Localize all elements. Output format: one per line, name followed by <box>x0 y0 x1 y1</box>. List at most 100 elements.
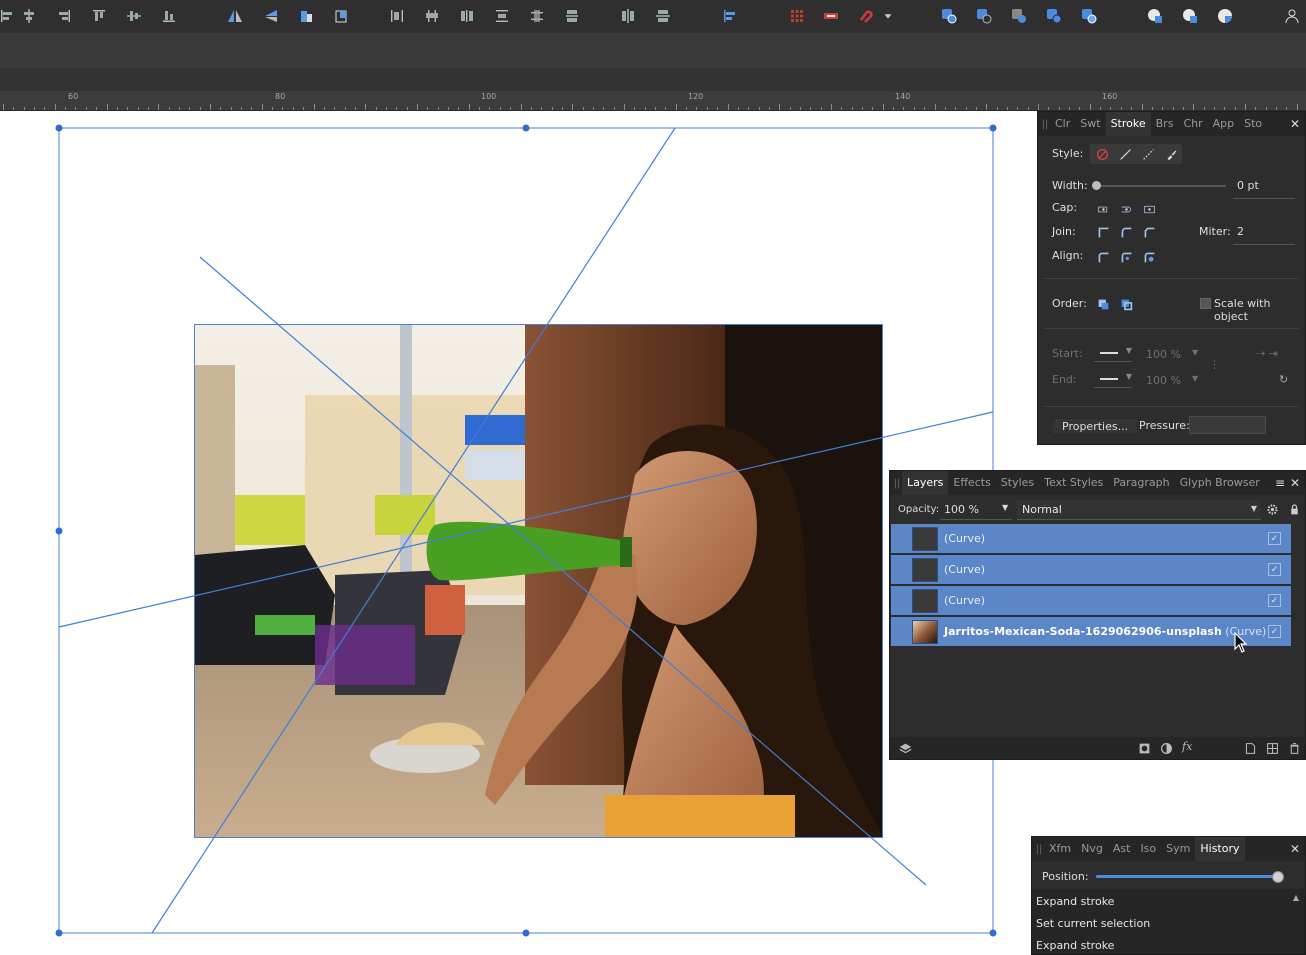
tab-effects[interactable]: Effects <box>948 471 995 495</box>
align-middle-icon[interactable] <box>123 5 145 27</box>
add-boolean-icon[interactable] <box>938 5 960 27</box>
trash-icon[interactable] <box>1286 740 1302 756</box>
tab-stroke[interactable]: Stroke <box>1105 112 1151 136</box>
rotate-right-icon[interactable] <box>330 5 352 27</box>
end-scale[interactable]: 100 % <box>1146 374 1181 387</box>
tab-brs[interactable]: Brs <box>1151 112 1179 136</box>
properties-button[interactable]: Properties... <box>1052 418 1139 435</box>
tab-layers[interactable]: Layers <box>902 471 949 495</box>
close-icon[interactable]: ✕ <box>1290 117 1300 131</box>
round-cap-icon[interactable] <box>1118 201 1134 217</box>
refresh-icon[interactable]: ↻ <box>1279 373 1288 386</box>
layer-row[interactable]: (Curve) ✓ <box>891 586 1291 616</box>
distribute-v3-icon[interactable] <box>561 5 583 27</box>
align-bottom-icon[interactable] <box>158 5 180 27</box>
layer-row[interactable]: (Curve) ✓ <box>891 555 1291 585</box>
align-left-icon[interactable] <box>0 5 18 27</box>
align-dropdown-icon[interactable] <box>719 5 741 27</box>
start-scale-arrow[interactable]: ▼ <box>1192 348 1198 357</box>
geometry-add-icon[interactable] <box>1144 5 1166 27</box>
geometry-intersect-icon[interactable] <box>1214 5 1236 27</box>
swap-arrows-icon[interactable]: ⇢ ⇥ <box>1256 347 1278 360</box>
snap-options-icon[interactable] <box>881 5 895 27</box>
align-center-stroke-icon[interactable] <box>1095 249 1111 265</box>
layer-visibility-checkbox[interactable]: ✓ <box>1268 625 1281 638</box>
distribute-h1-icon[interactable] <box>386 5 408 27</box>
history-item[interactable]: Expand stroke <box>1036 895 1114 908</box>
flip-vertical-icon[interactable] <box>260 5 282 27</box>
tab-text-styles[interactable]: Text Styles <box>1039 471 1108 495</box>
panel-grip-icon[interactable]: || <box>1040 119 1050 130</box>
space-v-icon[interactable] <box>652 5 674 27</box>
align-outside-stroke-icon[interactable] <box>1141 249 1157 265</box>
distribute-v1-icon[interactable] <box>491 5 513 27</box>
snap-red-icon[interactable] <box>820 5 842 27</box>
stroke-behind-icon[interactable] <box>1095 296 1111 312</box>
tab-paragraph[interactable]: Paragraph <box>1108 471 1174 495</box>
panel-grip-icon[interactable]: || <box>892 478 902 489</box>
mask-icon[interactable] <box>1136 740 1152 756</box>
layer-visibility-checkbox[interactable]: ✓ <box>1268 563 1281 576</box>
butt-cap-icon[interactable] <box>1095 201 1111 217</box>
tab-chr[interactable]: Chr <box>1178 112 1207 136</box>
bevel-join-icon[interactable] <box>1141 224 1157 240</box>
blend-mode-select[interactable]: Normal ▼ <box>1017 500 1261 520</box>
scroll-up-icon[interactable]: ▲ <box>1293 893 1299 902</box>
tab-styles[interactable]: Styles <box>996 471 1039 495</box>
align-right-icon[interactable] <box>53 5 75 27</box>
square-cap-icon[interactable] <box>1141 201 1157 217</box>
tab-glyph-browser[interactable]: Glyph Browser <box>1175 471 1265 495</box>
gear-icon[interactable] <box>1264 501 1280 517</box>
tab-sto[interactable]: Sto <box>1239 112 1267 136</box>
end-arrow-select[interactable]: ▼ <box>1094 371 1132 388</box>
grid-icon[interactable] <box>786 5 808 27</box>
close-icon[interactable]: ✕ <box>1290 476 1300 490</box>
layer-visibility-checkbox[interactable]: ✓ <box>1268 594 1281 607</box>
tab-history[interactable]: History <box>1195 837 1245 861</box>
history-item[interactable]: Set current selection <box>1036 917 1150 930</box>
space-h-icon[interactable] <box>617 5 639 27</box>
align-top-icon[interactable] <box>88 5 110 27</box>
no-stroke-icon[interactable] <box>1094 146 1110 162</box>
round-join-icon[interactable] <box>1118 224 1134 240</box>
fx-icon[interactable]: fx <box>1182 740 1192 753</box>
flip-horizontal-icon[interactable] <box>224 5 246 27</box>
adjustment-icon[interactable] <box>1158 740 1174 756</box>
persona-icon[interactable] <box>1281 5 1303 27</box>
magnet-icon[interactable] <box>855 5 877 27</box>
distribute-h2-icon[interactable] <box>421 5 443 27</box>
intersect-boolean-icon[interactable] <box>1008 5 1030 27</box>
tab-sym[interactable]: Sym <box>1161 837 1195 861</box>
panel-menu-icon[interactable]: ≡ <box>1275 476 1285 490</box>
tab-xfm[interactable]: Xfm <box>1044 837 1076 861</box>
geometry-sub-icon[interactable] <box>1179 5 1201 27</box>
width-slider-handle[interactable] <box>1092 181 1101 190</box>
width-slider[interactable] <box>1096 185 1226 187</box>
layer-row[interactable]: Jarritos-Mexican-Soda-1629062906-unsplas… <box>891 617 1291 647</box>
align-inside-stroke-icon[interactable] <box>1118 249 1134 265</box>
distribute-h3-icon[interactable] <box>456 5 478 27</box>
align-center-icon[interactable] <box>18 5 40 27</box>
horizontal-ruler[interactable]: 60 80 100 120 140 160 <box>0 91 1306 111</box>
group-icon[interactable] <box>1264 740 1280 756</box>
placed-photo[interactable] <box>194 324 883 838</box>
brush-stroke-icon[interactable] <box>1163 146 1179 162</box>
subtract-boolean-icon[interactable] <box>973 5 995 27</box>
divide-boolean-icon[interactable] <box>1078 5 1100 27</box>
solid-line-icon[interactable] <box>1117 146 1133 162</box>
tab-swt[interactable]: Swt <box>1075 112 1105 136</box>
rotate-left-icon[interactable] <box>295 5 317 27</box>
tab-iso[interactable]: Iso <box>1135 837 1161 861</box>
tab-clr[interactable]: Clr <box>1050 112 1075 136</box>
lock-icon[interactable] <box>1286 501 1302 517</box>
pressure-graph[interactable] <box>1189 416 1266 434</box>
new-layer-icon[interactable] <box>1242 740 1258 756</box>
xor-boolean-icon[interactable] <box>1043 5 1065 27</box>
end-scale-arrow[interactable]: ▼ <box>1192 374 1198 383</box>
start-arrow-select[interactable]: ▼ <box>1094 345 1132 362</box>
layers-stack-icon[interactable] <box>897 740 913 756</box>
scale-with-object-checkbox[interactable] <box>1200 298 1211 309</box>
history-position-slider[interactable] <box>1096 875 1282 878</box>
miter-join-icon[interactable] <box>1095 224 1111 240</box>
layer-row[interactable]: (Curve) ✓ <box>891 524 1291 554</box>
